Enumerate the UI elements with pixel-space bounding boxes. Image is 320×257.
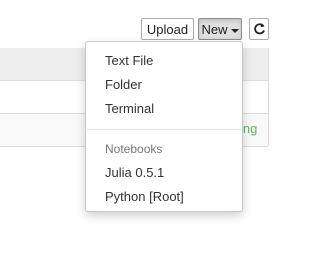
menu-divider bbox=[87, 129, 241, 130]
menu-item-terminal[interactable]: Terminal bbox=[105, 101, 154, 116]
page: ing Upload New Text File Folder Terminal… bbox=[0, 0, 309, 257]
menu-item-python-kernel[interactable]: Python [Root] bbox=[105, 189, 184, 204]
menu-item-julia-kernel[interactable]: Julia 0.5.1 bbox=[105, 165, 164, 180]
file-list-border bbox=[268, 48, 269, 146]
refresh-button[interactable] bbox=[249, 18, 269, 40]
new-dropdown-button[interactable]: New bbox=[198, 18, 242, 40]
menu-item-text-file[interactable]: Text File bbox=[105, 53, 153, 68]
new-dropdown-menu: Text File Folder Terminal Notebooks Juli… bbox=[85, 41, 243, 212]
new-button-label: New bbox=[201, 22, 228, 37]
caret-down-icon bbox=[230, 28, 239, 33]
menu-header-notebooks: Notebooks bbox=[105, 142, 163, 156]
menu-item-folder[interactable]: Folder bbox=[105, 77, 142, 92]
upload-button[interactable]: Upload bbox=[141, 18, 194, 40]
